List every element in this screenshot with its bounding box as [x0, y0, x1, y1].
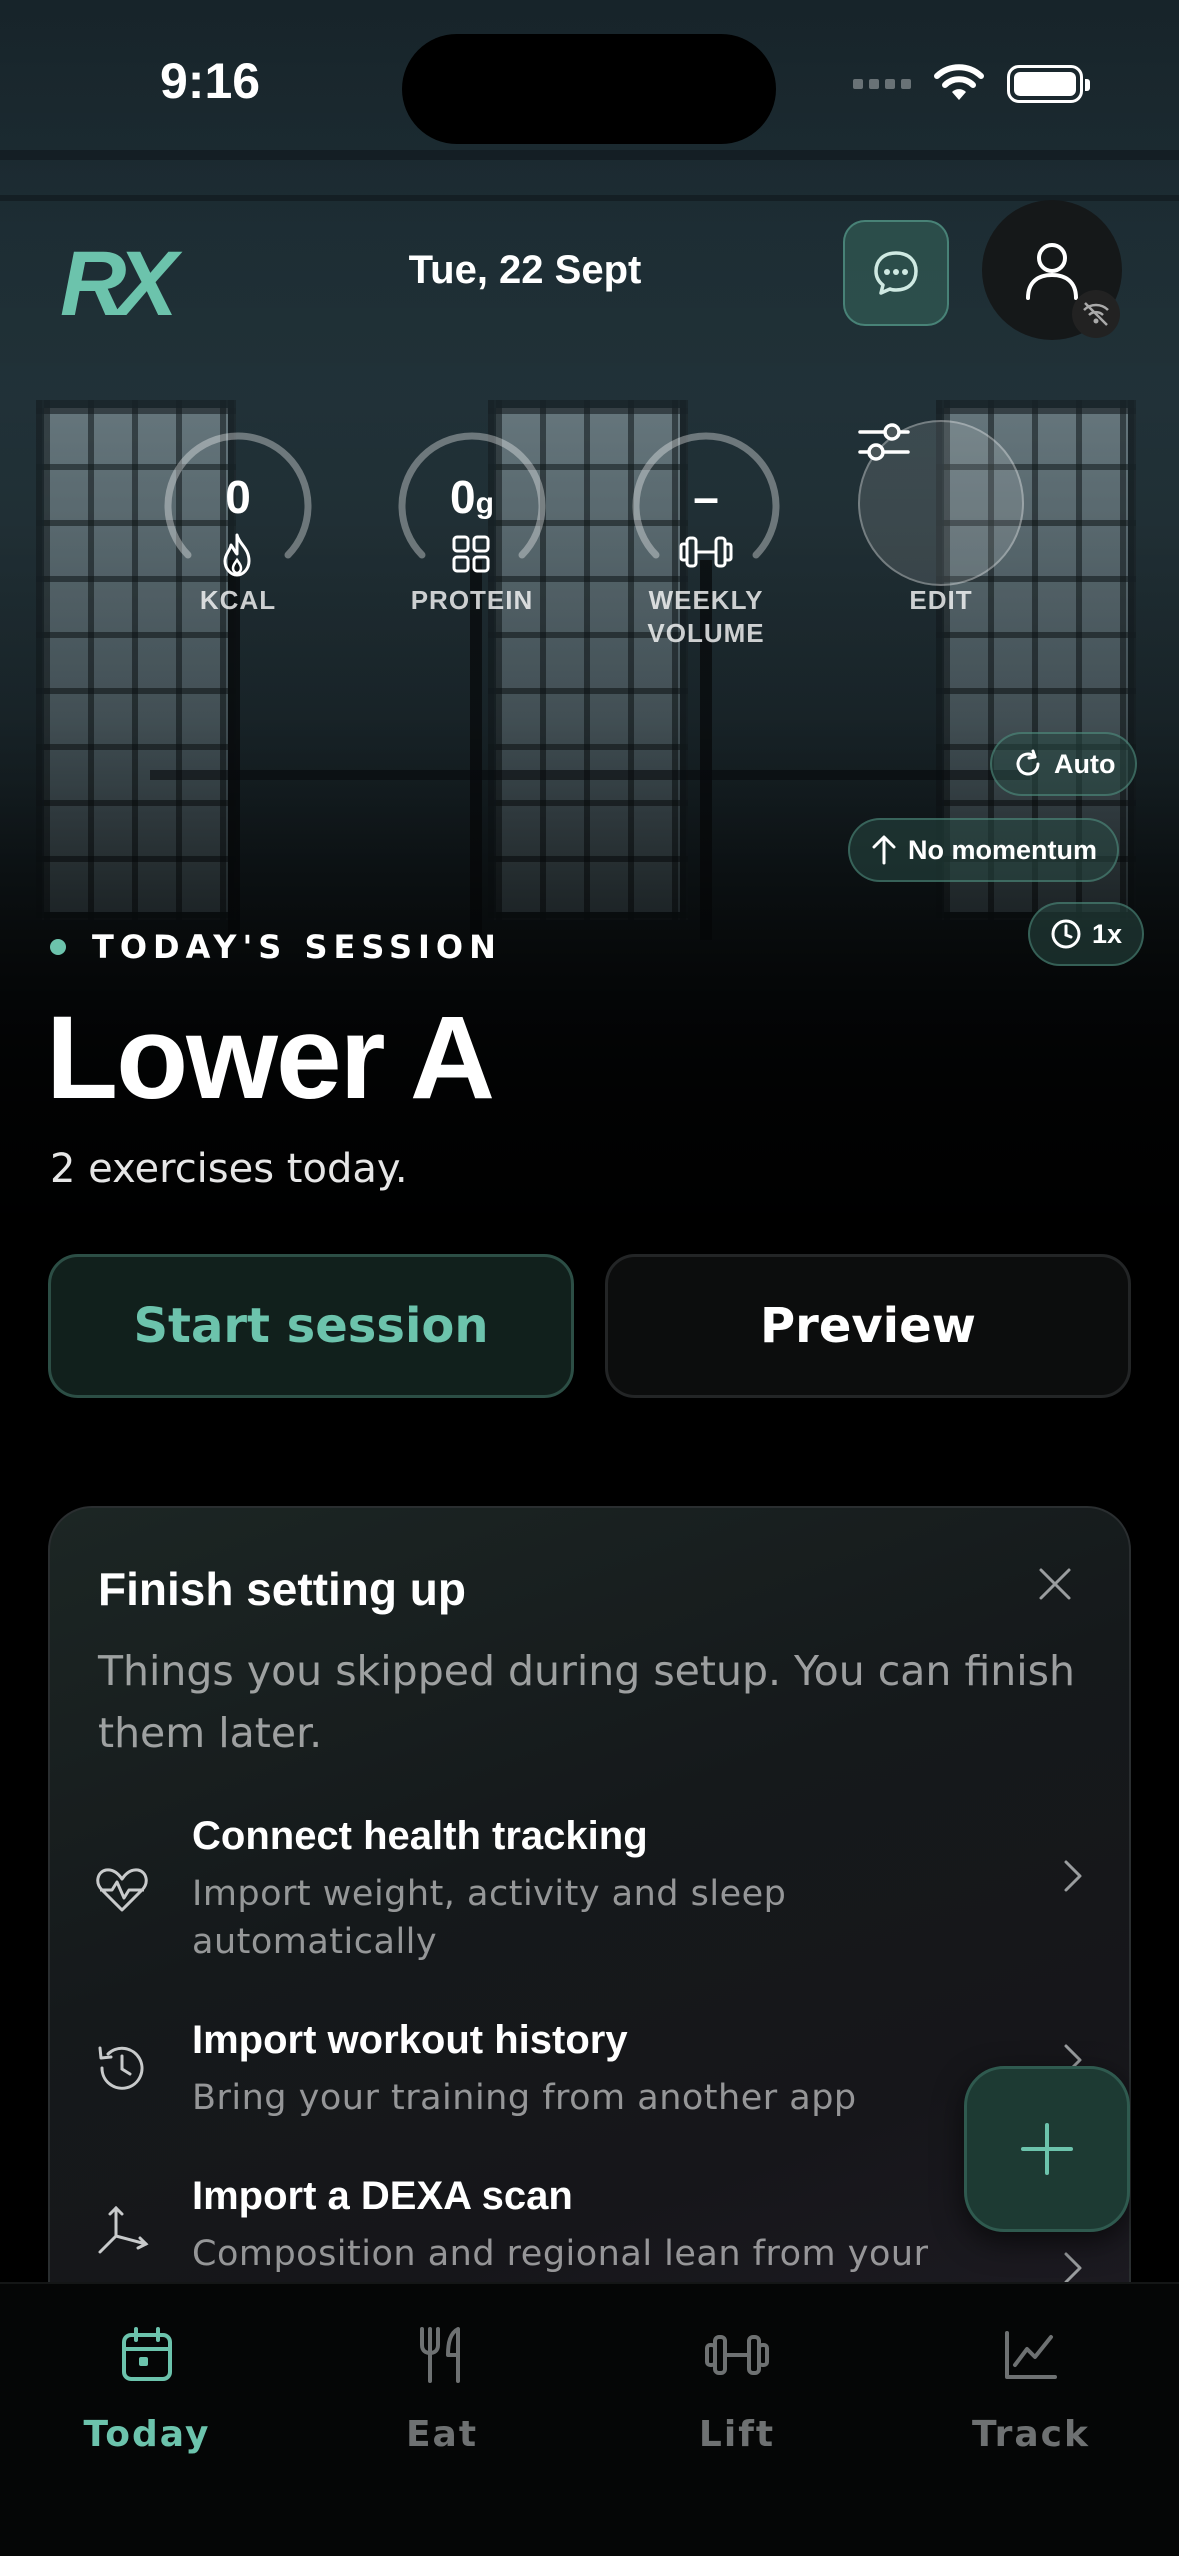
- session-tag-label: TODAY'S SESSION: [92, 928, 502, 966]
- chat-button[interactable]: [843, 220, 949, 326]
- utensils-icon: [420, 2327, 460, 2383]
- session-tag: TODAY'S SESSION: [50, 928, 502, 966]
- setup-item-description: Bring your training from another app: [192, 2078, 857, 2118]
- tab-today[interactable]: Today: [47, 2320, 247, 2455]
- sliders-icon: [858, 423, 910, 461]
- setup-item-health[interactable]: Connect health tracking Import weight, a…: [50, 1814, 1129, 1964]
- cellular-signal-icon: [853, 79, 911, 89]
- setup-item-title: Import a DEXA scan: [192, 2174, 573, 2218]
- session-status-dot: [50, 939, 66, 955]
- tab-eat[interactable]: Eat: [342, 2320, 542, 2455]
- profile-avatar-button[interactable]: [982, 200, 1122, 340]
- setup-item-description: Composition and regional lean from your: [192, 2234, 929, 2274]
- stat-edit[interactable]: EDIT: [856, 420, 1026, 617]
- card-description: Things you skipped during setup. You can…: [98, 1647, 1075, 1757]
- tab-lift[interactable]: Lift: [637, 2320, 837, 2455]
- add-fab-button[interactable]: [964, 2066, 1130, 2232]
- flame-icon: [223, 533, 251, 577]
- setup-item-title: Connect health tracking: [192, 1814, 648, 1858]
- edit-stats-button[interactable]: [858, 420, 1024, 586]
- status-time: 9:16: [160, 53, 261, 109]
- start-session-button[interactable]: Start session: [48, 1254, 574, 1398]
- tab-today-label: Today: [83, 2414, 211, 2455]
- speed-chip-label: 1x: [1092, 918, 1123, 949]
- stat-protein[interactable]: 0g PROTEIN: [387, 420, 557, 617]
- session-title: Lower A: [46, 992, 495, 1124]
- grid-icon: [452, 535, 490, 573]
- user-icon: [1026, 243, 1078, 300]
- chat-bubble-icon: [874, 251, 918, 295]
- volume-value: –: [693, 471, 719, 523]
- clock-icon: [1051, 919, 1081, 949]
- battery-icon: [1007, 65, 1090, 103]
- calendar-icon: [122, 2327, 172, 2381]
- stat-weekly-volume[interactable]: – WEEKLY VOLUME: [621, 420, 791, 650]
- dumbbell-icon: [705, 2335, 769, 2375]
- setup-item-description: Import weight, activity and sleep automa…: [192, 1874, 787, 1962]
- dumbbell-icon: [679, 536, 733, 568]
- offline-badge: [1072, 290, 1120, 338]
- kcal-value: 0: [225, 471, 251, 523]
- tab-eat-label: Eat: [405, 2414, 479, 2455]
- protein-number: 0: [450, 471, 476, 523]
- refresh-icon: [1016, 749, 1040, 776]
- session-subtitle: 2 exercises today.: [50, 1146, 408, 1192]
- axes-icon: [98, 2205, 149, 2254]
- auto-chip[interactable]: Auto: [990, 732, 1138, 796]
- tab-track[interactable]: Track: [931, 2320, 1131, 2455]
- chart-line-icon: [1005, 2331, 1057, 2379]
- card-title: Finish setting up: [98, 1563, 466, 1615]
- stat-kcal[interactable]: 0 KCAL: [153, 420, 323, 617]
- preview-button[interactable]: Preview: [605, 1254, 1131, 1398]
- plus-icon: [1021, 2123, 1073, 2175]
- dynamic-island: [402, 34, 776, 144]
- protein-value: 0g: [387, 470, 557, 524]
- wifi-icon: [934, 64, 984, 100]
- speed-chip[interactable]: 1x: [1028, 902, 1145, 966]
- setup-item-title: Import workout history: [192, 2018, 628, 2062]
- close-icon[interactable]: [1031, 1560, 1079, 1608]
- arrow-up-icon: [872, 835, 896, 865]
- momentum-chip-label: No momentum: [908, 834, 1097, 865]
- history-icon: [98, 2046, 144, 2090]
- tab-lift-label: Lift: [698, 2414, 776, 2455]
- auto-chip-label: Auto: [1054, 748, 1116, 779]
- momentum-chip[interactable]: No momentum: [848, 818, 1119, 882]
- wifi-off-icon: [1083, 302, 1109, 326]
- tab-track-label: Track: [972, 2414, 1090, 2455]
- status-icons: [853, 64, 1090, 104]
- chevron-right-icon: [1064, 1860, 1082, 1892]
- volume-label: WEEKLY VOLUME: [647, 585, 765, 648]
- finish-setup-card: Finish setting up Things you skipped dur…: [48, 1506, 1131, 2406]
- heart-pulse-icon: [96, 1868, 148, 1912]
- bottom-tab-bar: Today Eat Lift Track: [0, 2282, 1179, 2556]
- protein-unit: g: [475, 487, 494, 520]
